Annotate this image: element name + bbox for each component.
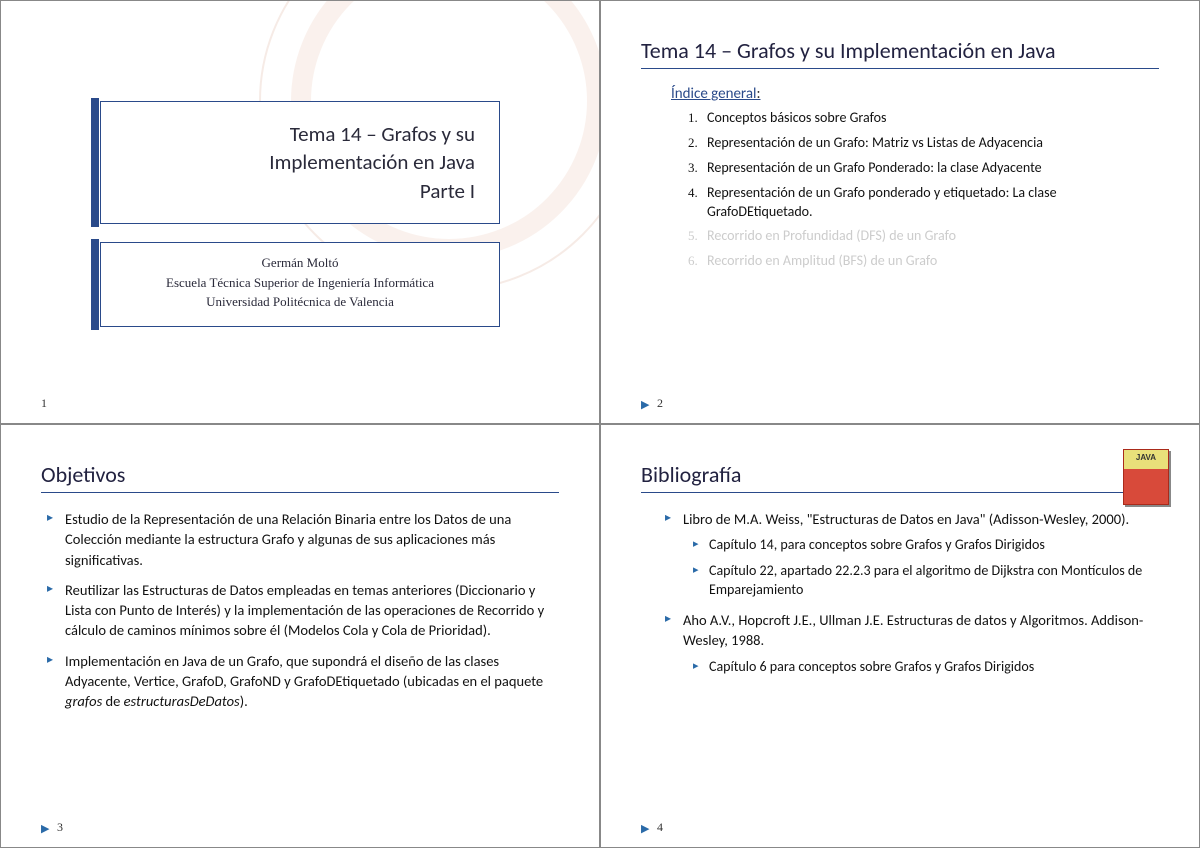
bibliography-subitem: Capítulo 22, apartado 22.2.3 para el alg… <box>693 561 1159 600</box>
objective-item: Implementación en Java de un Grafo, que … <box>47 651 559 712</box>
bibliography-item: Libro de M.A. Weiss, "Estructuras de Dat… <box>665 509 1159 600</box>
index-title: Índice general: <box>671 85 1159 103</box>
author-accent-bar <box>91 239 99 330</box>
page-number: 1 <box>41 396 47 411</box>
index-item: Recorrido en Profundidad (DFS) de un Gra… <box>701 227 1159 246</box>
play-marker-icon: ▶ <box>641 822 649 835</box>
title-box: Tema 14 – Grafos y su Implementación en … <box>100 101 500 224</box>
author-name: Germán Moltó <box>121 253 479 273</box>
page-number: 2 <box>657 396 663 411</box>
index-list: Conceptos básicos sobre Grafos Representa… <box>701 109 1159 271</box>
title-line-3: Parte I <box>420 178 475 204</box>
bibliography-list: Libro de M.A. Weiss, "Estructuras de Dat… <box>665 509 1159 676</box>
objective-item: Reutilizar las Estructuras de Datos empl… <box>47 580 559 641</box>
bibliography-sublist: Capítulo 14, para conceptos sobre Grafos… <box>693 535 1159 600</box>
index-item: Representación de un Grafo: Matriz vs Li… <box>701 134 1159 153</box>
page-number: 4 <box>657 820 663 835</box>
author-affil-1: Escuela Técnica Superior de Ingeniería I… <box>121 273 479 293</box>
slide-grid: Tema 14 – Grafos y su Implementación en … <box>0 0 1200 848</box>
slide-3: Objetivos Estudio de la Representación d… <box>0 424 600 848</box>
slide-4: Bibliografía Libro de M.A. Weiss, "Estru… <box>600 424 1200 848</box>
bibliography-sublist: Capítulo 6 para conceptos sobre Grafos y… <box>693 657 1159 677</box>
index-item: Recorrido en Amplitud (BFS) de un Grafo <box>701 252 1159 271</box>
slide-1: Tema 14 – Grafos y su Implementación en … <box>0 0 600 424</box>
slide-heading: Tema 14 – Grafos y su Implementación en … <box>641 37 1159 69</box>
title-line-2: Implementación en Java <box>269 149 475 175</box>
bibliography-item: Aho A.V., Hopcroft J.E., Ullman J.E. Est… <box>665 610 1159 676</box>
objective-item: Estudio de la Representación de una Rela… <box>47 509 559 570</box>
play-marker-icon: ▶ <box>641 398 649 411</box>
title-line-1: Tema 14 – Grafos y su <box>290 121 475 147</box>
index-label: Índice general <box>671 85 756 103</box>
slide-heading: Bibliografía <box>641 461 1159 493</box>
index-item: Conceptos básicos sobre Grafos <box>701 109 1159 128</box>
presentation-title: Tema 14 – Grafos y su Implementación en … <box>101 102 499 223</box>
index-item: Representación de un Grafo Ponderado: la… <box>701 159 1159 178</box>
slide-2: Tema 14 – Grafos y su Implementación en … <box>600 0 1200 424</box>
index-item: Representación de un Grafo ponderado y e… <box>701 184 1159 222</box>
bibliography-subitem: Capítulo 6 para conceptos sobre Grafos y… <box>693 657 1159 677</box>
objectives-list: Estudio de la Representación de una Rela… <box>47 509 559 712</box>
page-number: 3 <box>57 820 63 835</box>
slide-heading: Objetivos <box>41 461 559 493</box>
author-affil-2: Universidad Politécnica de Valencia <box>121 292 479 312</box>
play-marker-icon: ▶ <box>41 822 49 835</box>
title-accent-bar <box>91 98 99 227</box>
book-cover-icon <box>1123 449 1169 505</box>
bibliography-subitem: Capítulo 14, para conceptos sobre Grafos… <box>693 535 1159 555</box>
author-box: Germán Moltó Escuela Técnica Superior de… <box>100 242 500 327</box>
